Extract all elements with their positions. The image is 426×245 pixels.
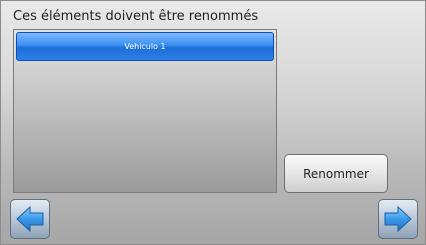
rename-screen: Ces éléments doivent être renommés Vehic… <box>0 0 426 245</box>
rename-button[interactable]: Renommer <box>284 154 388 193</box>
page-title: Ces éléments doivent être renommés <box>13 9 259 24</box>
back-button[interactable] <box>10 199 50 239</box>
list-item-vehiculo-1[interactable]: Vehiculo 1 <box>16 32 274 61</box>
arrow-right-icon <box>384 205 412 233</box>
next-button[interactable] <box>378 199 418 239</box>
items-list[interactable]: Vehiculo 1 <box>13 29 277 193</box>
arrow-left-icon <box>16 205 44 233</box>
